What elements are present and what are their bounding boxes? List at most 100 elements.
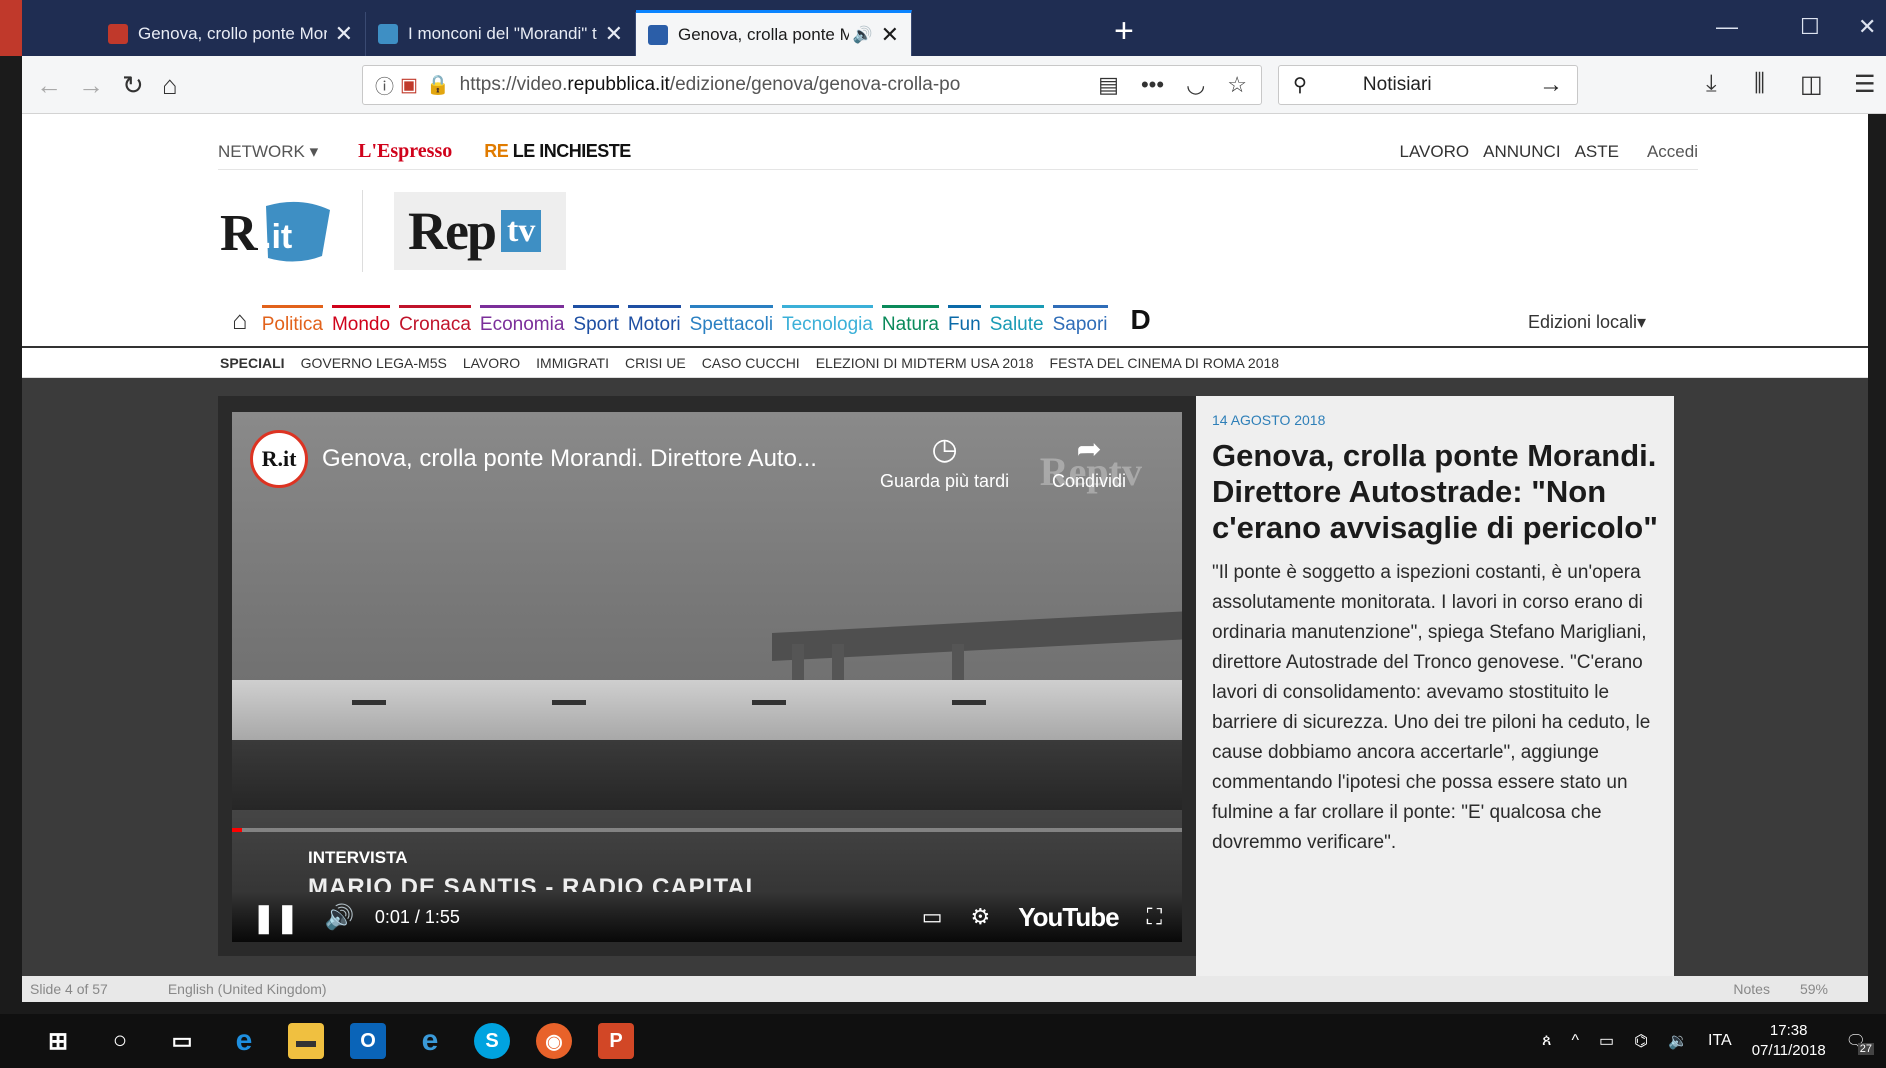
input-language[interactable]: ITA [1708, 1032, 1732, 1050]
login-link[interactable]: Accedi [1647, 142, 1698, 162]
info-icon[interactable]: ⓘ [375, 72, 394, 99]
firefox-icon[interactable]: ◉ [536, 1023, 572, 1059]
video-title[interactable]: Genova, crolla ponte Morandi. Direttore … [322, 445, 817, 473]
nav-mondo[interactable]: Mondo [331, 304, 391, 336]
cortana-search-icon[interactable]: ○ [102, 1023, 138, 1059]
speciale-link[interactable]: IMMIGRATI [536, 355, 609, 371]
reload-icon[interactable]: ↻ [122, 70, 144, 101]
clock[interactable]: 17:38 07/11/2018 [1752, 1021, 1826, 1061]
speaker-icon[interactable]: 🔊 [853, 25, 873, 45]
network-icon[interactable]: ⌬ [1634, 1031, 1648, 1051]
nav-tecnologia[interactable]: Tecnologia [782, 304, 873, 336]
nav-spettacoli[interactable]: Spettacoli [689, 304, 774, 336]
notification-count: 27 [1857, 1043, 1874, 1055]
volume-tray-icon[interactable]: 🔉 [1668, 1031, 1688, 1051]
espresso-link[interactable]: L'Espresso [358, 140, 452, 163]
speciale-link[interactable]: ELEZIONI DI MIDTERM USA 2018 [816, 355, 1034, 371]
reader-view-icon[interactable]: ▤ [1098, 72, 1119, 98]
pocket-icon[interactable]: ◡ [1186, 72, 1205, 98]
download-icon[interactable]: ⤓ [1706, 70, 1717, 98]
windows-start-icon[interactable]: ⊞ [40, 1023, 76, 1059]
internet-explorer-icon[interactable]: e [412, 1023, 448, 1059]
volume-icon[interactable]: 🔊 [325, 903, 355, 932]
pause-icon[interactable]: ❚❚ [252, 901, 299, 934]
tab-monconi[interactable]: I monconi del "Morandi" trasfe ✕ [366, 12, 636, 56]
watch-later-button[interactable]: ◷ Guarda più tardi [880, 432, 1009, 492]
people-icon[interactable]: ጰ [1542, 1032, 1552, 1050]
show-hidden-icons-chevron-icon[interactable]: ^ [1571, 1032, 1579, 1050]
video-progress-bar[interactable] [232, 828, 1182, 832]
close-icon[interactable]: ✕ [597, 21, 623, 47]
language-status[interactable]: English (United Kingdom) [168, 981, 327, 997]
notes-button[interactable]: Notes [1733, 981, 1770, 997]
tab-genova-crolla-active[interactable]: Genova, crolla ponte Moran 🔊 ✕ [636, 10, 912, 56]
nav-politica[interactable]: Politica [261, 304, 323, 336]
tab-genova-crollo[interactable]: Genova, crollo ponte Morandi ✕ [96, 12, 366, 56]
close-icon[interactable]: ✕ [327, 21, 353, 47]
bookmark-star-icon[interactable]: ☆ [1227, 72, 1247, 98]
speciale-link[interactable]: FESTA DEL CINEMA DI ROMA 2018 [1050, 355, 1280, 371]
settings-gear-icon[interactable]: ⚙ [971, 904, 991, 930]
task-view-icon[interactable]: ▭ [164, 1023, 200, 1059]
reptv-logo[interactable]: Rep tv [394, 192, 566, 270]
page-actions-icon[interactable]: ••• [1141, 72, 1164, 98]
nav-sport[interactable]: Sport [573, 304, 619, 336]
repubblica-logo[interactable]: R .it [218, 192, 334, 268]
link-annunci[interactable]: ANNUNCI [1483, 142, 1560, 162]
edge-browser-icon[interactable]: e [226, 1023, 262, 1059]
nav-fun[interactable]: Fun [947, 304, 981, 336]
tracking-protection-icon[interactable]: ▣ [400, 74, 418, 97]
home-icon[interactable]: ⌂ [232, 305, 248, 336]
reptv-watermark: Reptv [1039, 449, 1142, 494]
nav-natura[interactable]: Natura [881, 304, 939, 336]
menu-hamburger-icon[interactable]: ☰ [1854, 70, 1876, 99]
lock-icon[interactable]: 🔒 [426, 73, 450, 97]
library-icon[interactable]: ⫼ [1754, 70, 1765, 98]
search-input[interactable]: Notisiari [1363, 74, 1432, 96]
speciale-link[interactable]: CRISI UE [625, 355, 686, 371]
url-bar[interactable]: ⓘ ▣ 🔒 https://video.repubblica.it/edizio… [362, 65, 1262, 105]
youtube-logo[interactable]: YouTube [1018, 902, 1119, 933]
edizioni-locali-dropdown[interactable]: Edizioni locali▾ [1528, 312, 1646, 333]
file-explorer-icon[interactable]: ▬ [288, 1023, 324, 1059]
forward-arrow-icon[interactable]: → [78, 70, 104, 101]
article-headline[interactable]: Genova, crolla ponte Morandi. Direttore … [1212, 438, 1658, 546]
nav-economia[interactable]: Economia [479, 304, 565, 336]
speciale-link[interactable]: CASO CUCCHI [702, 355, 800, 371]
battery-icon[interactable]: ▭ [1599, 1031, 1614, 1051]
channel-avatar[interactable]: R.it [250, 430, 308, 488]
minimize-icon[interactable]: — [1716, 14, 1738, 40]
nav-salute[interactable]: Salute [989, 304, 1044, 336]
new-tab-button[interactable]: + [1114, 14, 1134, 48]
fullscreen-icon[interactable]: ⛶ [1147, 904, 1162, 930]
nav-sapori[interactable]: Sapori [1052, 304, 1108, 336]
home-icon[interactable]: ⌂ [162, 70, 178, 101]
notifications-icon[interactable]: 🗨 27 [1846, 1031, 1874, 1055]
close-icon[interactable]: ✕ [873, 22, 899, 48]
tab-title: I monconi del "Morandi" trasfe [408, 24, 597, 43]
back-arrow-icon[interactable]: ← [36, 70, 62, 101]
inchieste-link[interactable]: RE LE INCHIESTE [484, 141, 631, 162]
d-logo[interactable]: D [1131, 304, 1151, 336]
outlook-icon[interactable]: O [350, 1023, 386, 1059]
subtitles-icon[interactable]: ▭ [922, 904, 943, 930]
clock-icon: ◷ [931, 433, 958, 466]
zoom-level[interactable]: 59% [1800, 981, 1828, 997]
maximize-icon[interactable]: ☐ [1800, 14, 1820, 40]
link-lavoro[interactable]: LAVORO [1400, 142, 1470, 162]
search-go-arrow-icon[interactable]: → [1539, 71, 1563, 99]
powerpoint-icon[interactable]: P [598, 1023, 634, 1059]
url-text[interactable]: https://video.repubblica.it/edizione/gen… [460, 74, 1020, 96]
navigation-toolbar: ← → ↻ ⌂ ⓘ ▣ 🔒 https://video.repubblica.i… [22, 56, 1886, 114]
nav-motori[interactable]: Motori [627, 304, 681, 336]
skype-icon[interactable]: S [474, 1023, 510, 1059]
speciale-link[interactable]: GOVERNO LEGA-M5S [301, 355, 447, 371]
link-aste[interactable]: ASTE [1575, 142, 1619, 162]
window-close-icon[interactable]: ✕ [1858, 14, 1876, 40]
sidebar-icon[interactable]: ◫ [1800, 70, 1823, 99]
network-dropdown[interactable]: NETWORK ▾ [218, 142, 318, 162]
nav-cronaca[interactable]: Cronaca [399, 304, 471, 336]
youtube-player[interactable]: R.it Genova, crolla ponte Morandi. Diret… [232, 412, 1182, 942]
speciale-link[interactable]: LAVORO [463, 355, 520, 371]
search-bar[interactable]: ⚲ Notisiari → [1278, 65, 1578, 105]
